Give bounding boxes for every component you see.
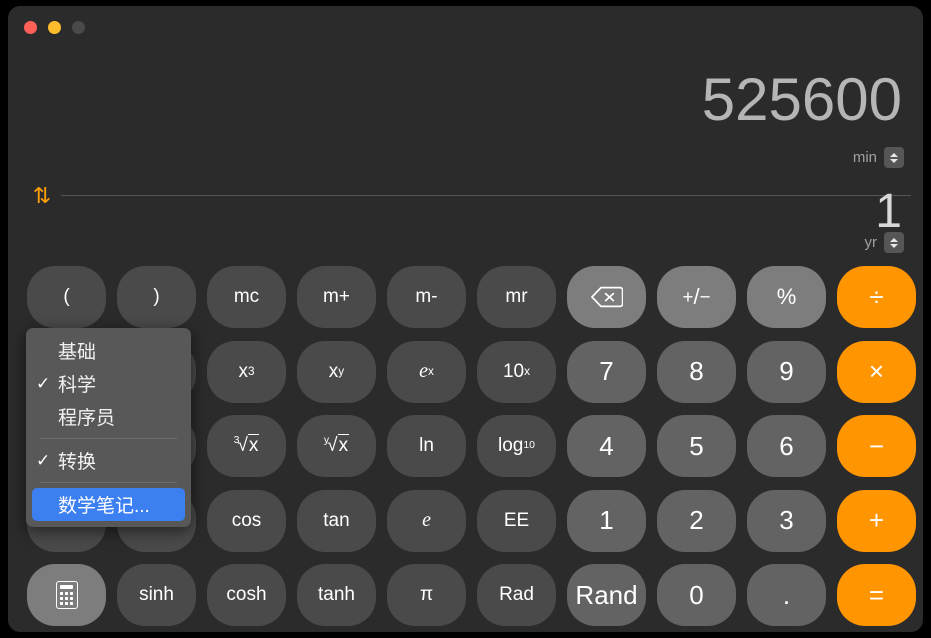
- key-hyperbolic-cosine[interactable]: cosh: [207, 564, 286, 626]
- key-digit-1[interactable]: 1: [567, 489, 646, 552]
- key-percent[interactable]: %: [747, 266, 826, 328]
- key-memory-add[interactable]: m+: [297, 266, 376, 328]
- display-area: 525600 min ⇅ 1 yr: [8, 42, 923, 254]
- secondary-unit-label: yr: [864, 234, 878, 251]
- minimize-button[interactable]: [48, 21, 61, 34]
- key-euler-constant[interactable]: e: [387, 489, 466, 552]
- menu-item-label: 转换: [58, 452, 97, 473]
- key-ten-power-x[interactable]: 10 x: [477, 340, 556, 403]
- menu-item-label: 程序员: [58, 408, 116, 429]
- key-x-cubed[interactable]: x3: [207, 340, 286, 403]
- key-cube-root[interactable]: 3 √x: [207, 415, 286, 477]
- key-x-power-y[interactable]: xy: [297, 340, 376, 403]
- key-cosine[interactable]: cos: [207, 489, 286, 552]
- key-digit-6[interactable]: 6: [747, 415, 826, 477]
- key-delete[interactable]: [567, 266, 646, 328]
- calculator-window: 525600 min ⇅ 1 yr ()mcm+m-mr+/−%÷2ndx2x3…: [8, 6, 923, 632]
- delete-backward-icon: [590, 286, 623, 308]
- menu-basic[interactable]: 基础: [26, 334, 191, 367]
- menu-scientific[interactable]: ✓ 科学: [26, 367, 191, 400]
- key-radians-toggle[interactable]: Rad: [477, 564, 556, 626]
- view-mode-menu: 基础 ✓ 科学程序员 ✓ 转换数学笔记...: [26, 328, 191, 527]
- key-pi-constant[interactable]: π: [387, 564, 466, 626]
- menu-separator: [40, 482, 177, 483]
- key-digit-9[interactable]: 9: [747, 340, 826, 403]
- menu-programmer[interactable]: 程序员: [26, 400, 191, 433]
- secondary-value: 1: [875, 185, 902, 238]
- key-digit-7[interactable]: 7: [567, 340, 646, 403]
- key-memory-clear[interactable]: mc: [207, 266, 286, 328]
- swap-vertical-icon[interactable]: ⇅: [28, 182, 56, 210]
- key-digit-5[interactable]: 5: [657, 415, 736, 477]
- key-y-root-x[interactable]: y √x: [297, 415, 376, 477]
- key-e-power-x[interactable]: ex: [387, 340, 466, 403]
- menu-separator: [40, 438, 177, 439]
- menu-item-label: 科学: [58, 375, 97, 396]
- key-exponent-entry[interactable]: EE: [477, 489, 556, 552]
- key-divide[interactable]: ÷: [837, 266, 916, 328]
- key-keypad-toggle[interactable]: [27, 564, 106, 626]
- key-digit-0[interactable]: 0: [657, 564, 736, 626]
- key-natural-log[interactable]: ln: [387, 415, 466, 477]
- menu-item-label: 基础: [58, 342, 97, 363]
- primary-unit-label: min: [852, 149, 877, 166]
- menu-item-label: 数学笔记...: [58, 496, 150, 517]
- key-add[interactable]: +: [837, 489, 916, 552]
- checkmark-icon: ✓: [36, 373, 51, 393]
- key-memory-subtract[interactable]: m-: [387, 266, 466, 328]
- key-digit-2[interactable]: 2: [657, 489, 736, 552]
- menu-math-notes[interactable]: 数学笔记...: [32, 488, 185, 521]
- secondary-unit-stepper[interactable]: [884, 232, 904, 253]
- primary-value: 525600: [701, 66, 902, 133]
- calculator-icon: [55, 581, 78, 609]
- checkmark-icon: ✓: [36, 450, 51, 470]
- primary-unit-control[interactable]: min: [853, 147, 904, 168]
- key-digit-3[interactable]: 3: [747, 489, 826, 552]
- key-digit-4[interactable]: 4: [567, 415, 646, 477]
- key-log-base-10[interactable]: log 10: [477, 415, 556, 477]
- primary-unit-stepper[interactable]: [884, 147, 904, 168]
- key-hyperbolic-sine[interactable]: sinh: [117, 564, 196, 626]
- key-tangent[interactable]: tan: [297, 489, 376, 552]
- key-equals[interactable]: =: [837, 564, 916, 626]
- key-random[interactable]: Rand: [567, 564, 646, 626]
- key-digit-8[interactable]: 8: [657, 340, 736, 403]
- close-button[interactable]: [24, 21, 37, 34]
- key-paren-close[interactable]: ): [117, 266, 196, 328]
- key-multiply[interactable]: ×: [837, 340, 916, 403]
- key-memory-recall[interactable]: mr: [477, 266, 556, 328]
- key-sign-toggle[interactable]: + / −: [657, 266, 736, 328]
- secondary-unit-control[interactable]: yr: [864, 232, 904, 253]
- key-subtract[interactable]: −: [837, 415, 916, 477]
- display-divider: [61, 195, 911, 196]
- key-hyperbolic-tangent[interactable]: tanh: [297, 564, 376, 626]
- zoom-button[interactable]: [72, 21, 85, 34]
- menu-convert[interactable]: ✓ 转换: [26, 444, 191, 477]
- key-decimal-point[interactable]: .: [747, 564, 826, 626]
- key-paren-open[interactable]: (: [27, 266, 106, 328]
